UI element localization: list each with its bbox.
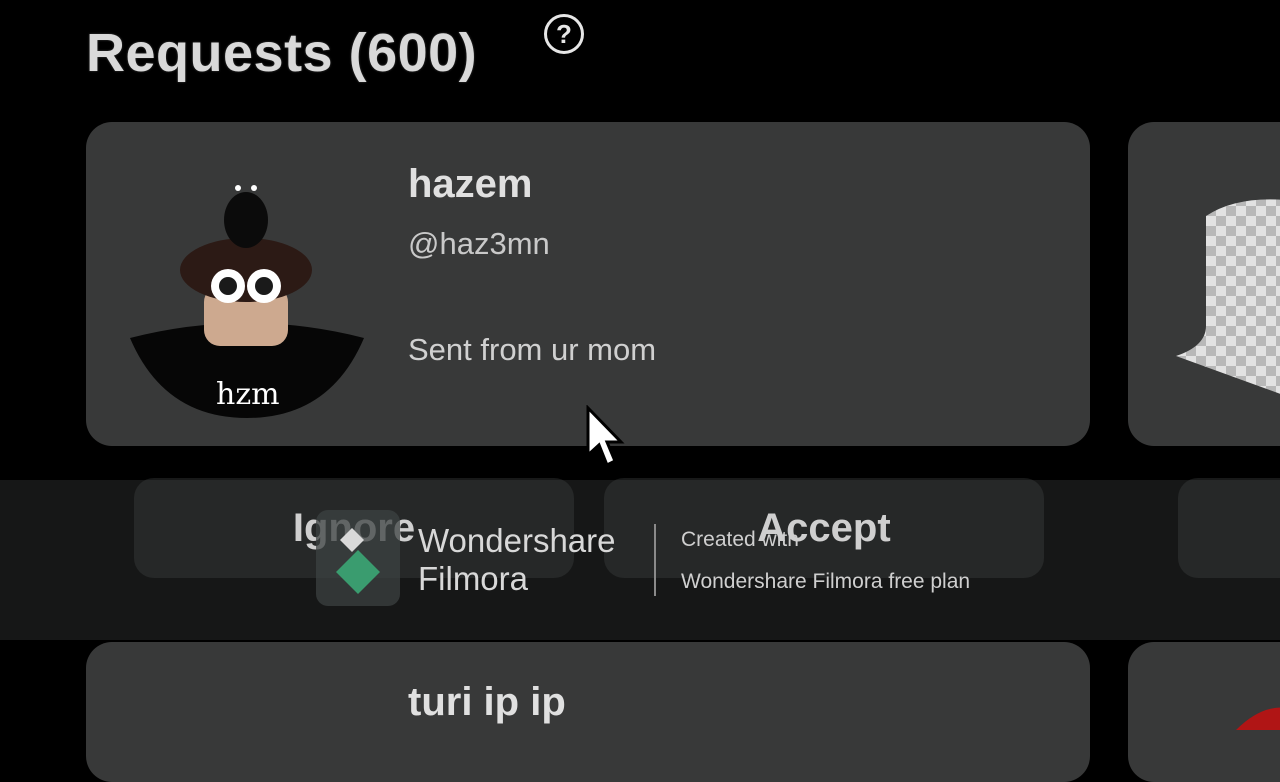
partial-button[interactable]	[1178, 478, 1280, 578]
avatar-partial[interactable]	[1176, 196, 1280, 416]
next-display-name[interactable]: turi ip ip	[408, 680, 566, 725]
help-icon[interactable]: ?	[544, 14, 584, 54]
watermark-note: Created with	[681, 528, 799, 551]
page-title: Requests (600)	[86, 23, 478, 83]
watermark-brand: Wondershare Filmora	[418, 522, 616, 597]
shirt-text: hzm	[216, 377, 280, 412]
watermark-note-plan: Wondershare Filmora free plan	[681, 570, 971, 593]
display-name[interactable]: hazem	[408, 162, 533, 207]
watermark-divider	[654, 524, 656, 596]
red-item-partial	[1236, 707, 1280, 730]
mouse-cursor-icon	[586, 405, 625, 468]
request-card-next	[86, 642, 1090, 782]
accept-button[interactable]: Accept	[604, 478, 1044, 578]
avatar[interactable]: hzm	[130, 168, 364, 418]
filmora-logo-icon	[316, 510, 400, 606]
request-source: Sent from ur mom	[408, 332, 657, 367]
username: @haz3mn	[408, 226, 550, 261]
